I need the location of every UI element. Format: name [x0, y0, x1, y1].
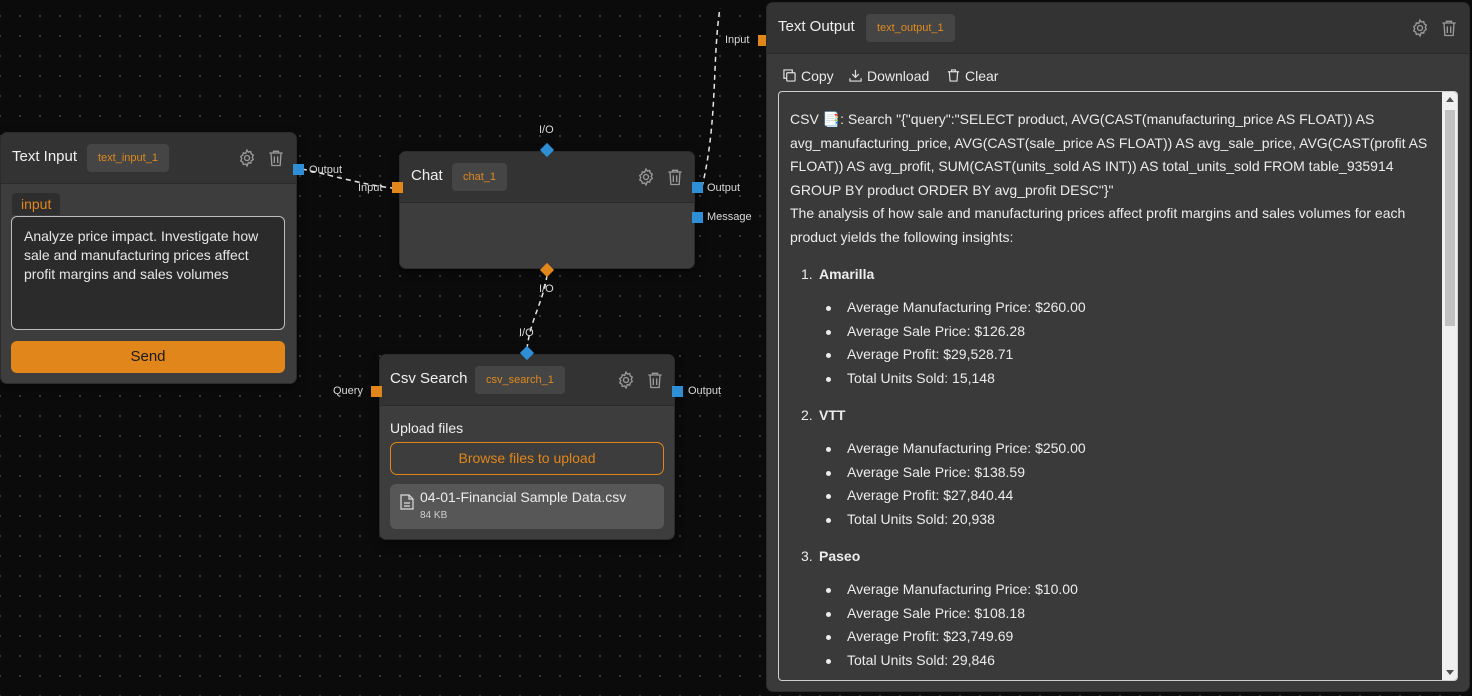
scroll-down-arrow[interactable] — [1446, 670, 1454, 675]
trash-icon[interactable] — [665, 167, 685, 187]
metric-item: Average Manufacturing Price: $250.00 — [790, 437, 1430, 461]
metric-item: Average Profit: $27,840.44 — [790, 484, 1430, 508]
csv-query-handle[interactable] — [371, 386, 382, 397]
node-title: Csv Search — [390, 370, 468, 387]
trash-icon[interactable] — [266, 148, 286, 168]
output-content: CSV 📑: Search "{"query":"SELECT product,… — [790, 108, 1430, 672]
io-handle-label: I/O — [539, 283, 554, 295]
prompt-textarea[interactable]: Analyze price impact. Investigate how sa… — [11, 216, 285, 330]
metric-item: Average Manufacturing Price: $10.00 — [790, 578, 1430, 602]
gear-icon[interactable] — [636, 167, 656, 187]
product-number: 2. — [801, 406, 813, 423]
text-input-output-handle[interactable] — [293, 164, 304, 175]
metric-item: Average Profit: $29,528.71 — [790, 343, 1430, 367]
clear-button[interactable]: Clear — [947, 66, 998, 86]
metric-item: Total Units Sold: 15,148 — [790, 367, 1430, 391]
file-name: 04-01-Financial Sample Data.csv — [420, 489, 627, 505]
node-id-badge: csv_search_1 — [475, 366, 565, 394]
file-icon — [400, 494, 414, 510]
csv-output-handle[interactable] — [672, 386, 683, 397]
scroll-up-arrow[interactable] — [1446, 97, 1454, 102]
metric-item: Average Sale Price: $126.28 — [790, 320, 1430, 344]
output-handle-label: Output — [707, 182, 741, 194]
trash-icon — [947, 69, 960, 82]
chat-message-handle[interactable] — [692, 212, 703, 223]
output-handle-label: Output — [309, 164, 343, 176]
product-metrics-list: Average Manufacturing Price: $250.00 Aver… — [790, 437, 1430, 531]
node-id-badge: chat_1 — [452, 163, 508, 191]
send-button[interactable]: Send — [11, 341, 285, 373]
node-title: Chat — [411, 167, 443, 184]
product-section: 2. VTT Average Manufacturing Price: $250.0… — [790, 404, 1430, 532]
node-title: Text Input — [12, 148, 78, 165]
node-title: Text Output — [778, 18, 855, 35]
output-text-area[interactable]: CSV 📑: Search "{"query":"SELECT product,… — [778, 91, 1458, 681]
product-title: 1. Amarilla — [790, 263, 1430, 287]
chat-input-handle[interactable] — [392, 182, 403, 193]
input-handle-label: Input — [358, 182, 383, 194]
gear-icon[interactable] — [616, 370, 636, 390]
metric-item: Average Profit: $23,749.69 — [790, 625, 1430, 649]
product-metrics-list: Average Manufacturing Price: $10.00 Avera… — [790, 578, 1430, 672]
metric-item: Average Sale Price: $108.18 — [790, 602, 1430, 626]
input-handle-label: Input — [725, 34, 750, 46]
copy-icon — [783, 69, 796, 82]
product-title: 2. VTT — [790, 404, 1430, 428]
message-handle-label: Message — [707, 211, 752, 223]
product-number: 1. — [801, 265, 813, 282]
copy-button[interactable]: Copy — [783, 66, 834, 86]
scrollbar-thumb[interactable] — [1445, 110, 1455, 326]
gear-icon[interactable] — [237, 148, 257, 168]
node-id-badge: text_output_1 — [866, 14, 955, 42]
download-button[interactable]: Download — [849, 66, 929, 86]
product-section: 1. Amarilla Average Manufacturing Price: $… — [790, 263, 1430, 391]
product-name: VTT — [819, 406, 846, 423]
csv-query-text: CSV 📑: Search "{"query":"SELECT product,… — [790, 111, 1428, 198]
product-metrics-list: Average Manufacturing Price: $260.00 Aver… — [790, 296, 1430, 390]
gear-icon[interactable] — [1410, 18, 1430, 38]
node-header[interactable]: Csv Search csv_search_1 — [380, 355, 674, 406]
upload-files-label: Upload files — [390, 420, 464, 436]
file-size: 84 KB — [420, 510, 448, 521]
analysis-intro: The analysis of how sale and manufacturi… — [790, 205, 1406, 245]
product-name: Paseo — [819, 547, 861, 564]
output-handle-label: Output — [688, 385, 722, 397]
query-handle-label: Query — [333, 385, 363, 397]
chat-output-handle[interactable] — [692, 182, 703, 193]
trash-icon[interactable] — [1439, 18, 1459, 38]
chat-node[interactable]: Chat chat_1 — [400, 152, 694, 268]
input-field-label: input — [12, 193, 61, 215]
text-output-node[interactable]: Text Output text_output_1 Copy Download … — [767, 3, 1469, 691]
io-handle-label: I/O — [539, 124, 554, 136]
vertical-scrollbar[interactable] — [1442, 92, 1457, 680]
product-name: Amarilla — [819, 265, 875, 282]
product-title: 3. Paseo — [790, 545, 1430, 569]
uploaded-file-card[interactable]: 04-01-Financial Sample Data.csv 84 KB — [390, 484, 664, 529]
product-number: 3. — [801, 547, 813, 564]
node-header[interactable]: Chat chat_1 — [400, 152, 694, 203]
node-header[interactable]: Text Input text_input_1 — [1, 133, 296, 184]
metric-item: Average Manufacturing Price: $260.00 — [790, 296, 1430, 320]
metric-item: Average Sale Price: $138.59 — [790, 461, 1430, 485]
product-section: 3. Paseo Average Manufacturing Price: $10.… — [790, 545, 1430, 673]
download-icon — [849, 69, 862, 82]
node-header[interactable]: Text Output text_output_1 — [767, 3, 1469, 54]
browse-files-button[interactable]: Browse files to upload — [390, 442, 664, 475]
io-handle-label: I/O — [519, 327, 534, 339]
metric-item: Total Units Sold: 29,846 — [790, 649, 1430, 673]
node-id-badge: text_input_1 — [87, 144, 169, 172]
trash-icon[interactable] — [645, 370, 665, 390]
metric-item: Total Units Sold: 20,938 — [790, 508, 1430, 532]
